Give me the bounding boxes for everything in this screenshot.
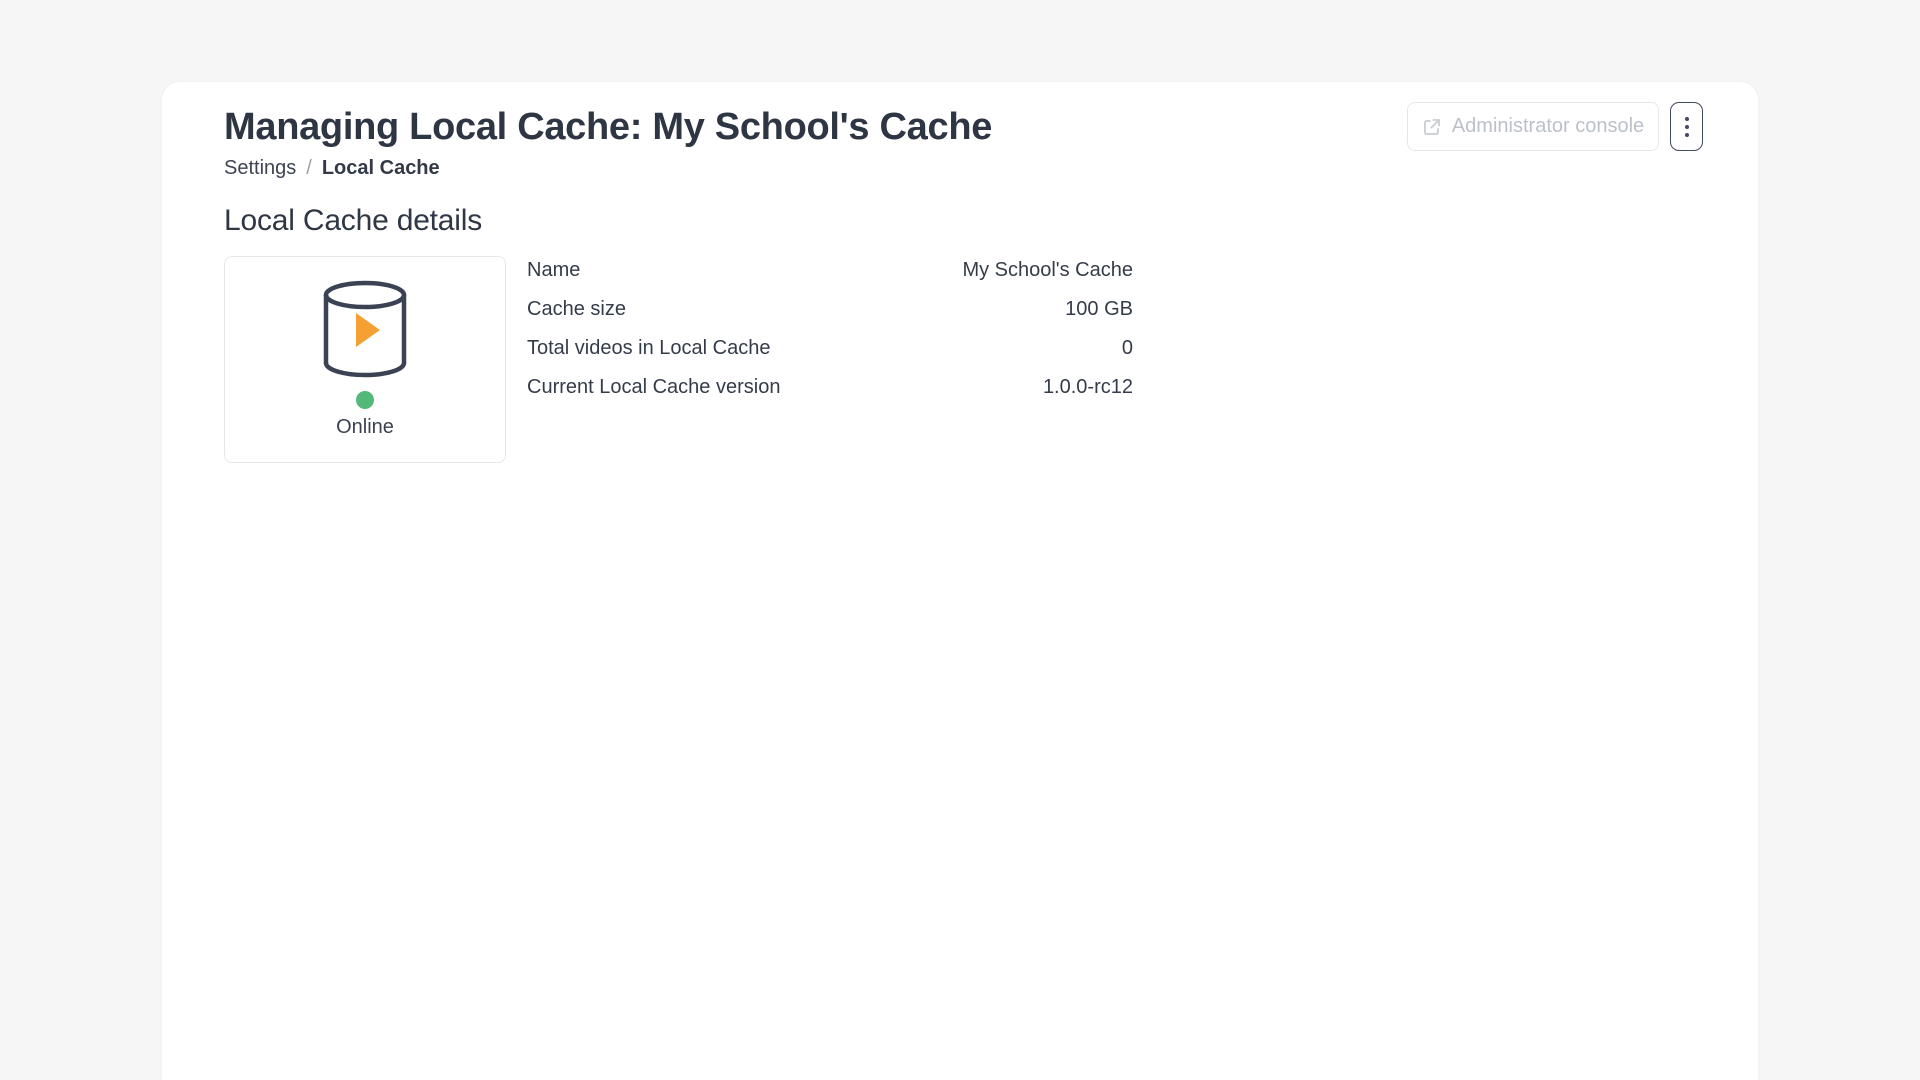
detail-row-total-videos: Total videos in Local Cache 0 [527,335,1133,361]
breadcrumb-separator: / [306,156,312,181]
cache-status-card: Online [224,256,506,463]
content-panel: Managing Local Cache: My School's Cache … [162,82,1758,1080]
breadcrumb: Settings / Local Cache [224,156,1696,181]
details-layout: Online Name My School's Cache Cache size… [224,256,1696,463]
administrator-console-button[interactable]: Administrator console [1407,102,1659,151]
detail-value: 0 [1122,335,1133,361]
detail-row-version: Current Local Cache version 1.0.0-rc12 [527,374,1133,400]
detail-value: 1.0.0-rc12 [1043,374,1133,400]
detail-label: Cache size [527,296,626,322]
detail-row-name: Name My School's Cache [527,257,1133,283]
detail-value: 100 GB [1065,296,1133,322]
section-heading: Local Cache details [224,203,1696,239]
online-status-label: Online [336,414,394,440]
online-status-dot [356,391,374,409]
header-actions: Administrator console [1407,102,1703,151]
breadcrumb-settings-link[interactable]: Settings [224,156,296,181]
breadcrumb-current-page: Local Cache [322,156,440,181]
kebab-vertical-icon [1685,117,1689,137]
page-background: Managing Local Cache: My School's Cache … [0,0,1920,1080]
detail-row-cache-size: Cache size 100 GB [527,296,1133,322]
detail-label: Total videos in Local Cache [527,335,770,361]
details-list: Name My School's Cache Cache size 100 GB… [527,256,1133,413]
database-play-icon [322,280,408,378]
detail-label: Current Local Cache version [527,374,780,400]
external-link-icon [1422,117,1442,137]
detail-label: Name [527,257,580,283]
more-options-button[interactable] [1670,102,1703,151]
detail-value: My School's Cache [962,257,1133,283]
administrator-console-label: Administrator console [1452,115,1644,138]
